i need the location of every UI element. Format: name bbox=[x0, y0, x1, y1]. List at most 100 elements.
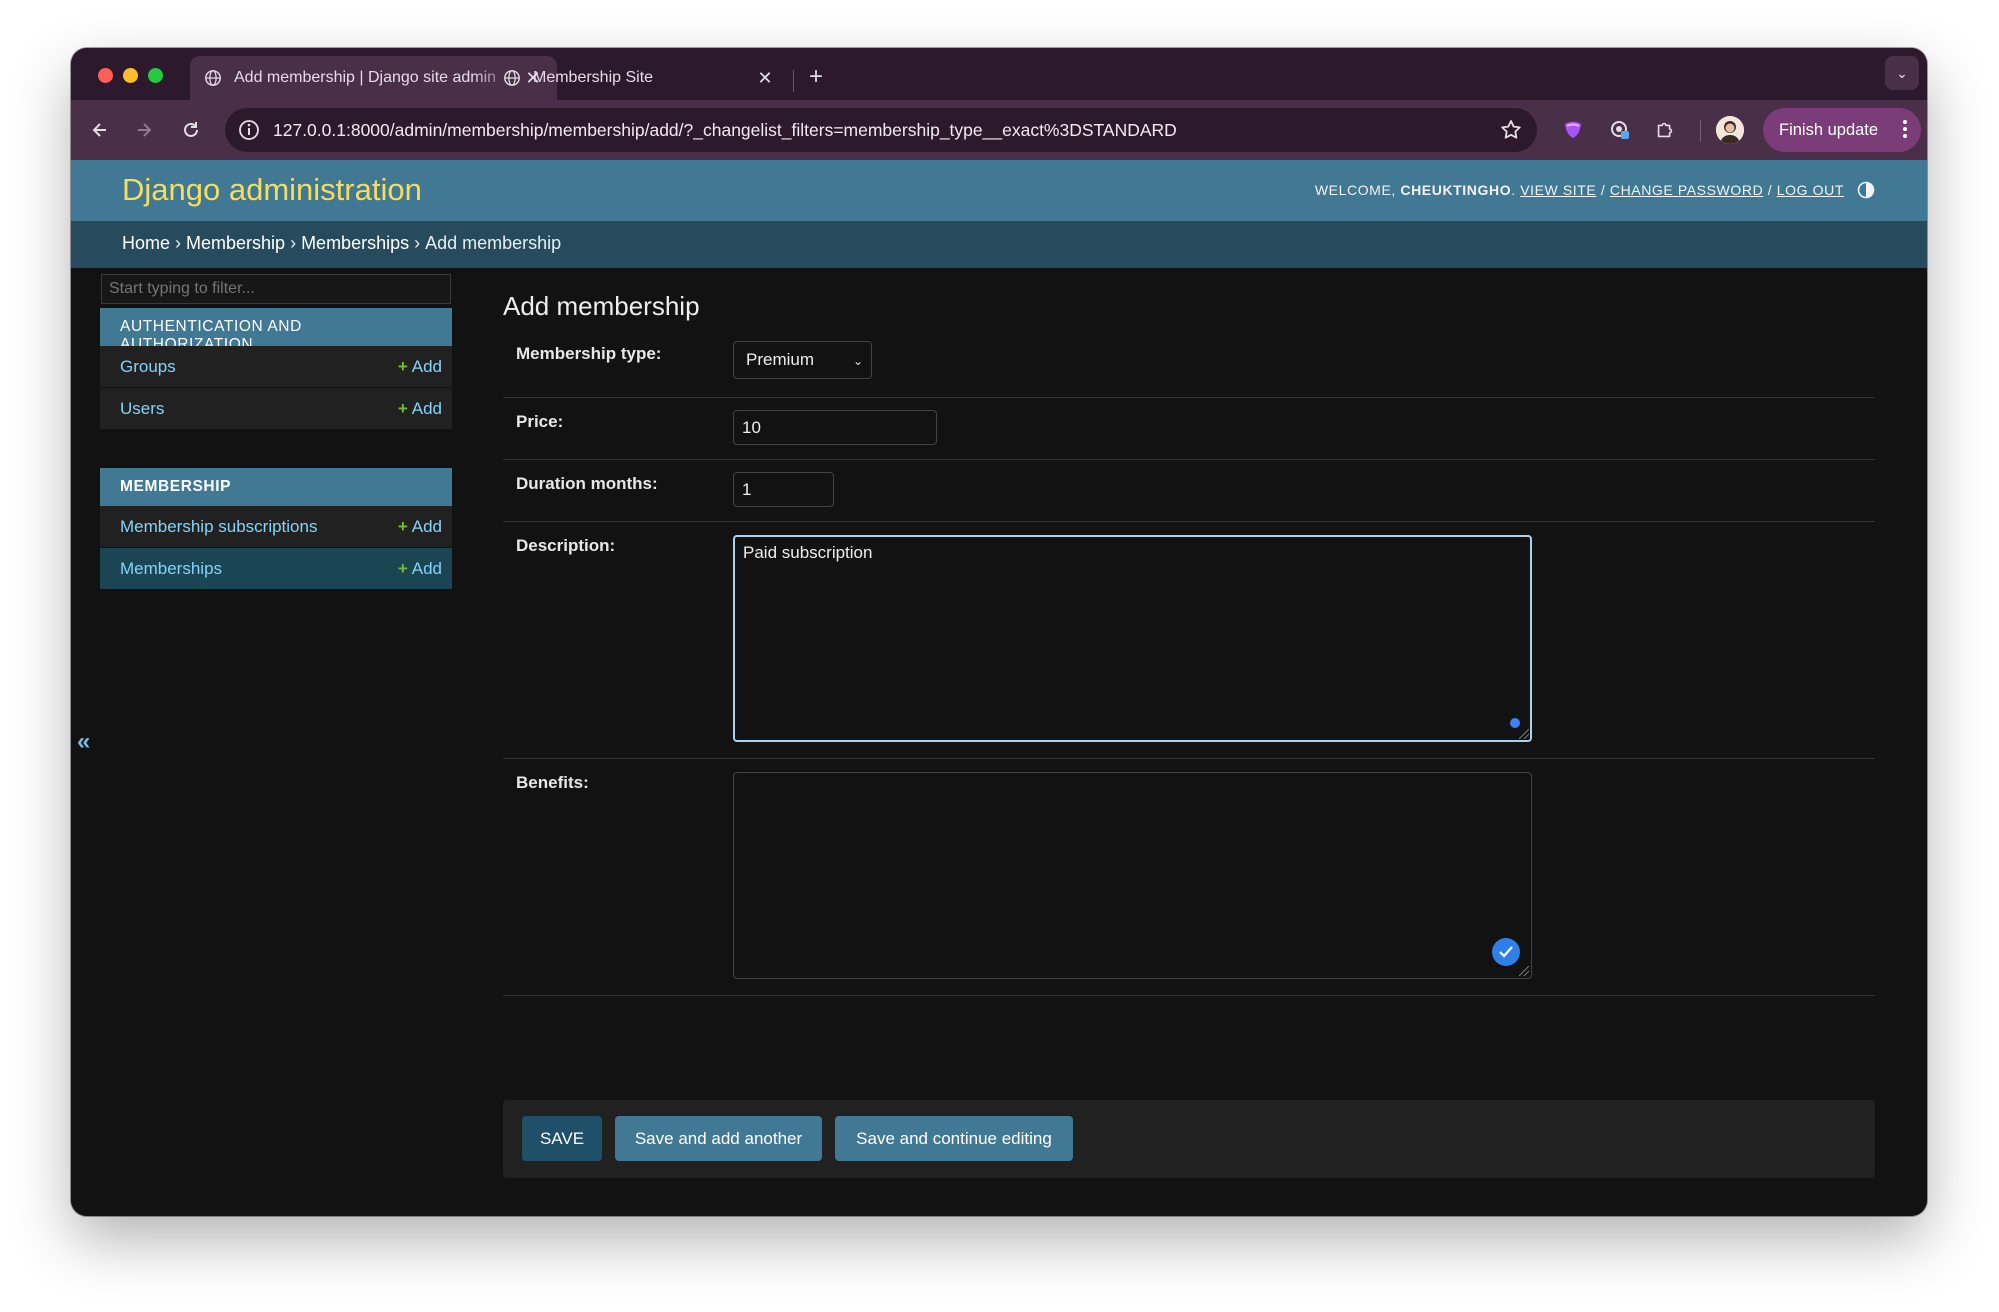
more-vert-icon bbox=[1903, 120, 1907, 138]
plus-icon: + bbox=[397, 517, 408, 536]
finish-update-button[interactable]: Finish update bbox=[1763, 108, 1921, 152]
extension-shield-icon[interactable] bbox=[1559, 116, 1587, 144]
sidebar-item-label[interactable]: Groups bbox=[120, 357, 176, 377]
view-site-link[interactable]: View site bbox=[1520, 182, 1596, 198]
add-users-link[interactable]: + Add bbox=[398, 399, 442, 419]
resize-handle-icon[interactable] bbox=[1519, 729, 1529, 739]
browser-toolbar: 127.0.0.1:8000/admin/membership/membersh… bbox=[71, 100, 1927, 160]
benefits-row: Benefits: bbox=[503, 759, 1875, 996]
breadcrumb-separator: › bbox=[290, 233, 297, 253]
membership-type-value: Premium bbox=[746, 350, 815, 369]
benefits-label: Benefits: bbox=[516, 773, 589, 792]
tab-title: Add membership | Django site admin bbox=[234, 69, 497, 86]
admin-header: Django administration Welcome, cheukting… bbox=[71, 160, 1927, 221]
submit-row: SAVE Save and add another Save and conti… bbox=[503, 1100, 1875, 1178]
description-textarea[interactable]: Paid subscription bbox=[733, 535, 1532, 742]
toolbar-divider bbox=[1700, 120, 1701, 142]
plus-icon: + bbox=[397, 357, 408, 376]
breadcrumb-current: Add membership bbox=[425, 233, 562, 253]
log-out-link[interactable]: Log out bbox=[1777, 182, 1844, 198]
sidebar-item-label[interactable]: Membership subscriptions bbox=[120, 517, 317, 537]
description-label: Description: bbox=[516, 536, 616, 555]
membership-type-row: Membership type: Premium ⌄ bbox=[503, 330, 1875, 398]
globe-icon bbox=[205, 70, 221, 86]
breadcrumb: Home › Membership › Memberships › Add membersh… bbox=[71, 221, 1927, 268]
add-label: Add bbox=[411, 559, 442, 578]
plus-icon: + bbox=[397, 559, 408, 578]
add-membership-link[interactable]: + Add bbox=[398, 559, 442, 579]
plus-icon: + bbox=[397, 399, 408, 418]
resize-handle-icon[interactable] bbox=[1519, 966, 1529, 976]
finish-update-label: Finish update bbox=[1779, 120, 1879, 139]
save-button[interactable]: SAVE bbox=[522, 1116, 602, 1161]
sidebar-item-groups[interactable]: Groups + Add bbox=[100, 346, 452, 388]
chevron-down-icon: ⌄ bbox=[852, 354, 863, 368]
membership-type-label: Membership type: bbox=[516, 344, 662, 363]
new-tab-icon[interactable]: + bbox=[801, 62, 831, 92]
breadcrumb-separator: › bbox=[414, 233, 421, 253]
module-header-auth[interactable]: Authentication and Authorization bbox=[100, 308, 452, 353]
save-and-continue-editing-button[interactable]: Save and continue editing bbox=[835, 1116, 1073, 1161]
page-title: Add membership bbox=[503, 291, 700, 321]
duration-months-label: Duration months: bbox=[516, 474, 658, 493]
add-label: Add bbox=[411, 399, 442, 418]
nav-filter-input[interactable] bbox=[101, 274, 451, 304]
duration-months-row: Duration months: bbox=[503, 460, 1875, 522]
sidebar-item-memberships[interactable]: Memberships + Add bbox=[100, 548, 452, 590]
forward-icon[interactable] bbox=[129, 115, 159, 145]
sidebar-item-label[interactable]: Users bbox=[120, 399, 164, 419]
tab-membership-site[interactable]: Membership Site ✕ bbox=[489, 56, 789, 100]
benefits-wrapper bbox=[733, 772, 1532, 979]
add-label: Add bbox=[411, 517, 442, 536]
back-icon[interactable] bbox=[85, 115, 115, 145]
breadcrumb-app[interactable]: Membership bbox=[186, 233, 285, 253]
breadcrumb-home[interactable]: Home bbox=[122, 233, 170, 253]
extensions-puzzle-icon[interactable] bbox=[1651, 116, 1679, 144]
globe-icon bbox=[504, 70, 520, 86]
bookmark-star-icon[interactable] bbox=[1499, 118, 1523, 142]
welcome-text: Welcome, bbox=[1314, 182, 1396, 198]
description-row: Description: Paid subscription bbox=[503, 522, 1875, 759]
sidebar-item-users[interactable]: Users + Add bbox=[100, 388, 452, 430]
price-label: Price: bbox=[516, 412, 564, 431]
grammar-assistant-dot-icon[interactable] bbox=[1510, 718, 1520, 728]
maximize-window-button[interactable] bbox=[148, 68, 163, 83]
tab-search-chevron-icon[interactable]: ⌄ bbox=[1885, 56, 1919, 90]
sidebar-collapse-strip: « bbox=[71, 268, 101, 1216]
duration-months-input[interactable] bbox=[733, 472, 834, 507]
save-and-add-another-button[interactable]: Save and add another bbox=[615, 1116, 822, 1161]
tab-strip: Add membership | Django site admin ✕ Mem… bbox=[71, 48, 1927, 100]
password-manager-icon[interactable] bbox=[1606, 116, 1634, 144]
module-header-membership[interactable]: Membership bbox=[100, 468, 452, 506]
add-membership-subscription-link[interactable]: + Add bbox=[398, 517, 442, 537]
close-tab-icon[interactable]: ✕ bbox=[755, 68, 775, 88]
description-wrapper: Paid subscription bbox=[733, 535, 1532, 742]
breadcrumb-separator: › bbox=[175, 233, 182, 253]
grammar-check-icon[interactable] bbox=[1492, 938, 1520, 966]
main-content: Add membership Membership type: Premium … bbox=[452, 268, 1927, 1216]
close-window-button[interactable] bbox=[98, 68, 113, 83]
reload-icon[interactable] bbox=[176, 115, 206, 145]
nav-sidebar: Authentication and Authorization Groups … bbox=[100, 268, 453, 1216]
add-label: Add bbox=[411, 357, 442, 376]
breadcrumb-model[interactable]: Memberships bbox=[301, 233, 409, 253]
membership-type-select[interactable]: Premium ⌄ bbox=[733, 341, 872, 379]
profile-avatar[interactable] bbox=[1716, 116, 1744, 144]
minimize-window-button[interactable] bbox=[123, 68, 138, 83]
tab-title: Membership Site bbox=[533, 69, 654, 86]
username: cheuktingho bbox=[1400, 182, 1512, 198]
sidebar-item-membership-subscriptions[interactable]: Membership subscriptions + Add bbox=[100, 506, 452, 548]
address-bar[interactable]: 127.0.0.1:8000/admin/membership/membersh… bbox=[225, 108, 1537, 152]
benefits-textarea[interactable] bbox=[733, 772, 1532, 979]
url-text[interactable]: 127.0.0.1:8000/admin/membership/membersh… bbox=[273, 120, 1499, 141]
add-groups-link[interactable]: + Add bbox=[398, 357, 442, 377]
theme-toggle-icon[interactable] bbox=[1857, 181, 1875, 199]
change-password-link[interactable]: Change password bbox=[1610, 182, 1763, 198]
site-brand-link[interactable]: Django administration bbox=[122, 172, 422, 208]
user-tools: Welcome, cheuktingho. View site / Change… bbox=[1314, 182, 1844, 198]
collapse-sidebar-button[interactable]: « bbox=[77, 728, 90, 756]
tab-divider bbox=[793, 70, 794, 92]
sidebar-item-label[interactable]: Memberships bbox=[120, 559, 222, 579]
site-info-icon[interactable] bbox=[237, 118, 261, 142]
price-input[interactable] bbox=[733, 410, 937, 445]
